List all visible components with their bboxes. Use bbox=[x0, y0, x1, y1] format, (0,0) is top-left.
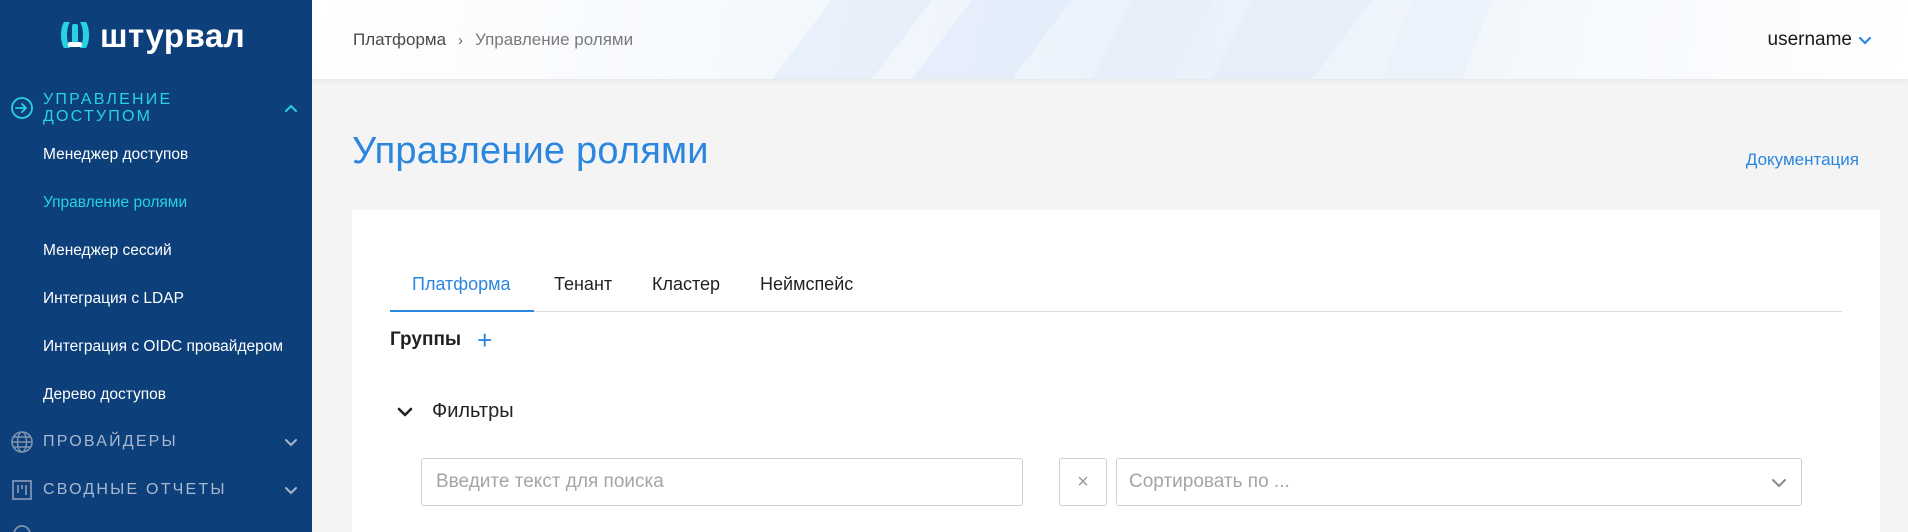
sidebar-item-session-manager[interactable]: Менеджер сессий bbox=[43, 242, 172, 260]
breadcrumb: Платформа › Управление ролями bbox=[353, 30, 633, 50]
roles-card: Платформа Тенант Кластер Неймспейс Групп… bbox=[352, 210, 1880, 532]
search-input[interactable] bbox=[421, 458, 1023, 506]
sidebar: штурвал Управление доступом Менеджер дос… bbox=[0, 0, 312, 532]
sidebar-section-providers-label: Провайдеры bbox=[43, 433, 178, 450]
sidebar-section-reports-label: Сводные отчеты bbox=[43, 481, 227, 498]
sort-placeholder: Сортировать по ... bbox=[1129, 471, 1290, 492]
logo-icon bbox=[61, 22, 89, 48]
sidebar-item-access-manager[interactable]: Менеджер доступов bbox=[43, 146, 188, 164]
chevron-down-icon bbox=[397, 407, 413, 416]
user-menu[interactable]: username bbox=[1768, 29, 1873, 51]
breadcrumb-platform[interactable]: Платформа bbox=[353, 30, 446, 50]
groups-header: Группы + bbox=[390, 327, 492, 353]
chevron-up-icon bbox=[285, 104, 297, 112]
tab-cluster[interactable]: Кластер bbox=[652, 274, 720, 295]
username-label: username bbox=[1767, 29, 1853, 50]
top-header: Платформа › Управление ролями username bbox=[312, 0, 1908, 79]
groups-label: Группы bbox=[390, 329, 462, 350]
filters-toggle[interactable]: Фильтры bbox=[396, 400, 514, 423]
board-icon bbox=[12, 480, 32, 500]
logo-text: штурвал bbox=[100, 16, 246, 54]
page-title: Управление ролями bbox=[352, 130, 709, 172]
tabs: Платформа Тенант Кластер Неймспейс bbox=[390, 262, 1842, 312]
add-group-button[interactable]: + bbox=[477, 327, 492, 353]
active-tab-indicator bbox=[390, 310, 534, 312]
sort-select[interactable]: Сортировать по ... bbox=[1116, 458, 1802, 506]
sidebar-item-oidc[interactable]: Интеграция с OIDC провайдером bbox=[43, 338, 283, 356]
sidebar-item-ldap[interactable]: Интеграция с LDAP bbox=[43, 290, 184, 308]
settings-icon bbox=[13, 525, 31, 532]
sidebar-section-reports[interactable]: Сводные отчеты bbox=[0, 478, 312, 502]
sidebar-item-access-tree[interactable]: Дерево доступов bbox=[43, 386, 166, 404]
sidebar-item-role-management[interactable]: Управление ролями bbox=[43, 194, 187, 212]
chevron-right-icon: › bbox=[458, 31, 464, 49]
sidebar-section-access[interactable]: Управление доступом bbox=[0, 88, 312, 128]
globe-icon bbox=[11, 431, 33, 453]
chevron-down-icon bbox=[285, 439, 297, 447]
clear-search-button[interactable]: × bbox=[1059, 458, 1107, 506]
chevron-down-icon bbox=[1772, 479, 1786, 488]
sidebar-section-access-line2: доступом bbox=[43, 108, 153, 125]
chevron-down-icon bbox=[285, 487, 297, 495]
tab-namespace[interactable]: Неймспейс bbox=[760, 274, 853, 295]
tab-platform[interactable]: Платформа bbox=[412, 274, 511, 295]
tab-tenant[interactable]: Тенант bbox=[554, 274, 612, 295]
filters-label: Фильтры bbox=[432, 400, 514, 422]
documentation-link[interactable]: Документация bbox=[1746, 150, 1859, 170]
sidebar-section-providers[interactable]: Провайдеры bbox=[0, 430, 312, 454]
sign-in-icon bbox=[11, 97, 33, 119]
logo[interactable]: штурвал bbox=[58, 18, 245, 52]
chevron-down-icon bbox=[1858, 36, 1872, 45]
breadcrumb-current: Управление ролями bbox=[475, 30, 634, 49]
sidebar-section-access-label: Управление доступом bbox=[43, 91, 172, 125]
sidebar-section-access-line1: Управление bbox=[43, 91, 173, 108]
